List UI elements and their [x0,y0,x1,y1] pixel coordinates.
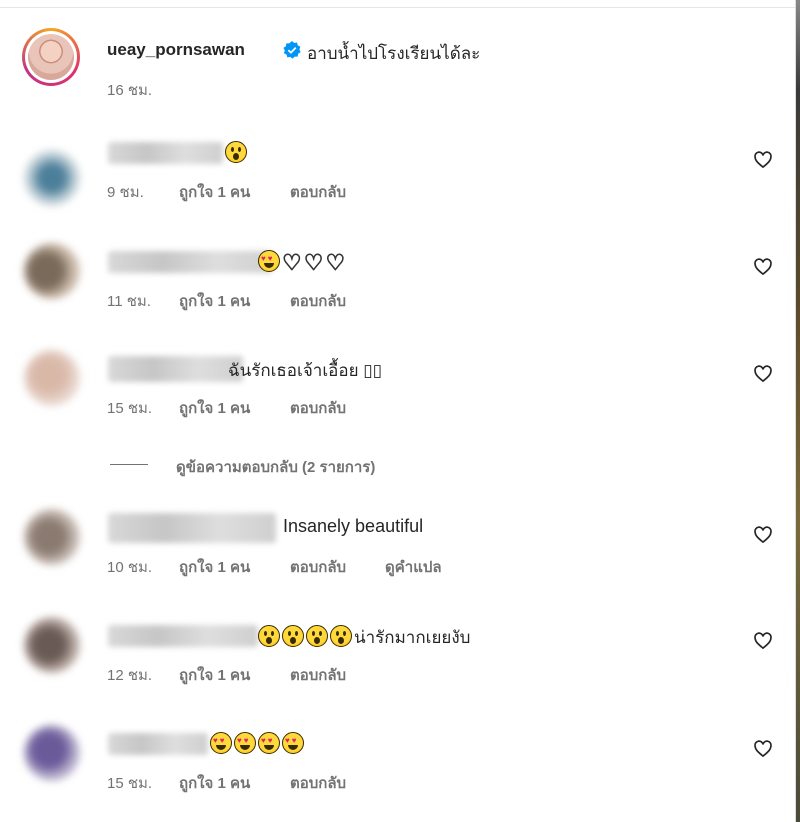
author-username[interactable]: ueay_pornsawan [107,40,245,60]
comment-text: Insanely beautiful [283,516,424,536]
reply-button[interactable]: ตอบกลับ [290,771,346,795]
white-heart-emoji-icon: ♡ [282,250,303,276]
caption-timestamp[interactable]: 16 ชม. [107,78,152,102]
reply-button[interactable]: ตอบกลับ [290,180,346,204]
reply-button[interactable]: ตอบกลับ [290,663,346,687]
commenter-username-blurred[interactable] [108,513,276,543]
comment-time[interactable]: 10 ชม. [107,555,152,579]
comment-time[interactable]: 15 ชม. [107,771,152,795]
astonished-emoji-icon [225,141,247,163]
white-heart-emoji-icon: ♡ [325,250,346,276]
commenter-avatar[interactable] [24,350,80,406]
heart-eyes-emoji-icon: ♥♥ [210,732,232,754]
heart-eyes-emoji-icon: ♥♥ [282,732,304,754]
commenter-avatar[interactable] [24,150,80,206]
commenter-username-blurred[interactable] [108,733,208,755]
comment-text: ฉันรักเธอเจ้าเอื้อย ▯▯ [228,361,382,380]
comment-item: Insanely beautiful 10 ชม. ถูกใจ 1 คน ตอบ… [22,509,780,597]
comment-item: ♥♥ ♡♡♡ 11 ชม. ถูกใจ 1 คน ตอบกลับ [22,243,780,331]
like-heart-icon[interactable] [753,257,773,277]
comment-text: ♥♥ ♡♡♡ [258,250,347,276]
comment-time[interactable]: 12 ชม. [107,663,152,687]
background-photo-edge [796,0,800,822]
commenter-username-blurred[interactable] [108,142,223,164]
white-heart-emoji-icon: ♡ [303,250,324,276]
reply-button[interactable]: ตอบกลับ [290,396,346,420]
divider [0,7,796,8]
like-heart-icon[interactable] [753,150,773,170]
comment-text-body: น่ารักมากเยยงับ [354,628,471,647]
comment-time[interactable]: 15 ชม. [107,396,152,420]
like-count[interactable]: ถูกใจ 1 คน [179,771,250,795]
comment-text [225,141,249,164]
reply-button[interactable]: ตอบกลับ [290,555,346,579]
like-heart-icon[interactable] [753,631,773,651]
commenter-avatar[interactable] [24,725,80,781]
heart-eyes-emoji-icon: ♥♥ [258,732,280,754]
comment-item: ฉันรักเธอเจ้าเอื้อย ▯▯ 15 ชม. ถูกใจ 1 คน… [22,350,780,438]
comment-item: ♥♥ ♥♥ ♥♥ ♥♥ 15 ชม. ถูกใจ 1 คน ตอบกลับ [22,725,780,813]
comment-time[interactable]: 9 ชม. [107,180,144,204]
view-replies-label[interactable]: ดูข้อความตอบกลับ (2 รายการ) [176,455,375,479]
like-count[interactable]: ถูกใจ 1 คน [179,289,250,313]
like-heart-icon[interactable] [753,525,773,545]
replies-divider-line [110,464,148,465]
post-caption: ueay_pornsawan อาบน้ำไปโรงเรียนได้ละ 16 … [22,28,762,108]
author-avatar[interactable] [22,28,80,86]
commenter-avatar[interactable] [24,617,80,673]
astonished-emoji-icon [258,625,280,647]
comment-item: 9 ชม. ถูกใจ 1 คน ตอบกลับ [22,141,780,222]
see-translation-button[interactable]: ดูคำแปล [385,555,442,579]
astonished-emoji-icon [282,625,304,647]
reply-button[interactable]: ตอบกลับ [290,289,346,313]
commenter-username-blurred[interactable] [108,625,258,647]
caption-text: อาบน้ำไปโรงเรียนได้ละ [307,44,481,63]
like-count[interactable]: ถูกใจ 1 คน [179,555,250,579]
heart-eyes-emoji-icon: ♥♥ [234,732,256,754]
comment-time[interactable]: 11 ชม. [107,289,151,313]
commenter-avatar[interactable] [24,509,80,565]
like-count[interactable]: ถูกใจ 1 คน [179,396,250,420]
like-count[interactable]: ถูกใจ 1 คน [179,663,250,687]
commenter-username-blurred[interactable] [108,251,272,273]
like-heart-icon[interactable] [753,364,773,384]
astonished-emoji-icon [330,625,352,647]
comment-text: น่ารักมากเยยงับ [258,624,470,651]
commenter-avatar[interactable] [24,243,80,299]
comment-item: น่ารักมากเยยงับ 12 ชม. ถูกใจ 1 คน ตอบกลั… [22,617,780,705]
astonished-emoji-icon [306,625,328,647]
comment-text: ♥♥ ♥♥ ♥♥ ♥♥ [210,732,306,755]
like-count[interactable]: ถูกใจ 1 คน [179,180,250,204]
like-heart-icon[interactable] [753,739,773,759]
verified-badge-icon [283,41,301,59]
commenter-username-blurred[interactable] [108,356,243,382]
heart-eyes-emoji-icon: ♥♥ [258,250,280,272]
